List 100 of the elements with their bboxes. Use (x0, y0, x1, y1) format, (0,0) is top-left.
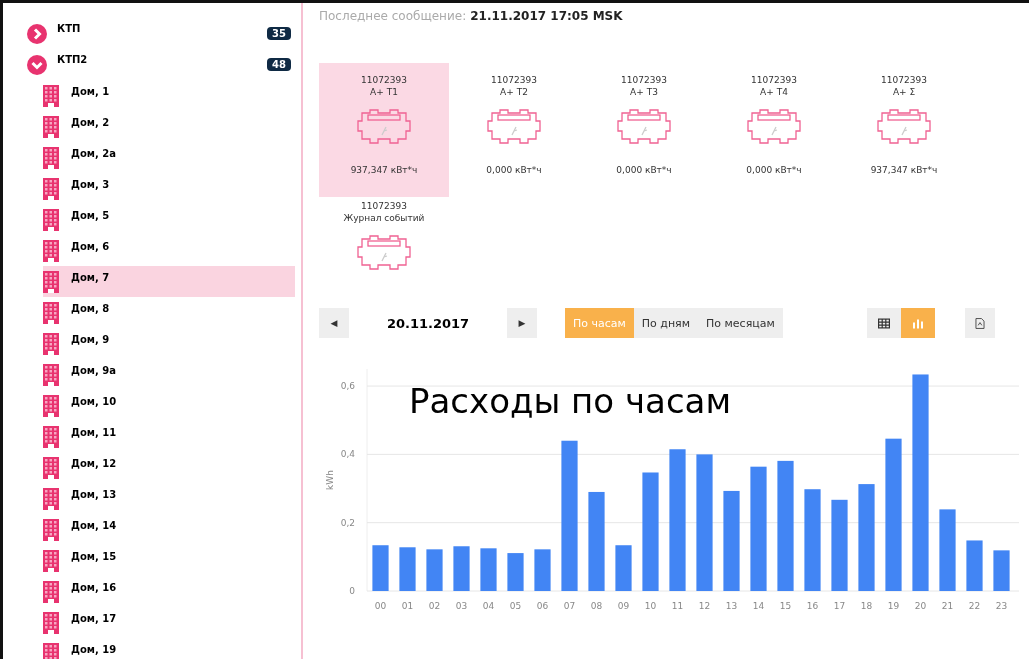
bar-chart-icon (911, 317, 924, 329)
building-icon (43, 363, 59, 386)
house-item[interactable]: Дом, 7 (43, 266, 295, 297)
x-tick-label: 08 (590, 601, 603, 611)
meter-reading: 0,000 кВт*ч (486, 165, 542, 175)
group-label: КТП2 (57, 54, 89, 65)
house-item[interactable]: Дом, 11 (43, 421, 295, 452)
x-tick-label: 05 (509, 601, 522, 611)
house-item[interactable]: Дом, 6 (43, 235, 295, 266)
meter-id: 11072393 (881, 75, 927, 85)
house-item[interactable]: Дом, 5 (43, 204, 295, 235)
house-item[interactable]: Дом, 12 (43, 452, 295, 483)
group-row[interactable]: КТП 35 (27, 18, 301, 49)
x-tick-label: 01 (401, 601, 414, 611)
house-item[interactable]: Дом, 10 (43, 390, 295, 421)
bar (615, 545, 632, 591)
x-tick-label: 21 (941, 601, 954, 611)
building-icon (43, 270, 59, 293)
bar (993, 550, 1010, 591)
house-item[interactable]: Дом, 1 (43, 80, 295, 111)
bar (507, 553, 524, 591)
building-icon (43, 239, 59, 262)
date-field[interactable]: 20.11.2017 (349, 308, 507, 338)
meter-tile[interactable]: 11072393 A+ T3 0,000 кВт*ч (579, 63, 709, 197)
chart-title: Расходы по часам (409, 381, 732, 421)
building-icon (43, 518, 59, 541)
group-row[interactable]: КТП2 48 (27, 49, 301, 80)
x-tick-label: 23 (995, 601, 1008, 611)
meter-label: Журнал событий (343, 213, 425, 223)
meter-tile[interactable]: 11072393 Журнал событий (319, 197, 449, 297)
y-tick-label: 0,2 (340, 517, 355, 528)
x-tick-label: 20 (914, 601, 927, 611)
x-tick-label: 02 (428, 601, 441, 611)
house-item[interactable]: Дом, 19 (43, 638, 295, 659)
last-message-label: Последнее сообщение: (319, 9, 467, 23)
building-icon (43, 84, 59, 107)
meter-reading: 937,347 кВт*ч (870, 165, 938, 175)
x-tick-label: 11 (671, 601, 684, 611)
x-tick-label: 07 (563, 601, 576, 611)
house-item[interactable]: Дом, 8 (43, 297, 295, 328)
x-tick-label: 00 (374, 601, 387, 611)
y-tick-label: 0,4 (340, 449, 355, 460)
meter-reading: 937,347 кВт*ч (350, 165, 418, 175)
building-icon (43, 549, 59, 572)
house-item[interactable]: Дом, 2а (43, 142, 295, 173)
x-tick-label: 09 (617, 601, 630, 611)
building-icon (43, 580, 59, 603)
house-item[interactable]: Дом, 16 (43, 576, 295, 607)
x-tick-label: 22 (968, 601, 981, 611)
meter-id: 11072393 (621, 75, 667, 85)
x-tick-label: 17 (833, 601, 846, 611)
meter-id: 11072393 (361, 75, 407, 85)
y-tick-label: 0,6 (340, 381, 355, 392)
building-icon (43, 208, 59, 231)
document-icon (973, 317, 986, 329)
building-icon (43, 425, 59, 448)
house-item[interactable]: Дом, 17 (43, 607, 295, 638)
count-badge: 48 (267, 58, 291, 71)
bar (426, 549, 443, 591)
meter-tile[interactable]: 11072393 A+ Σ 937,347 кВт*ч (839, 63, 969, 197)
table-view-button[interactable] (866, 308, 901, 338)
building-icon (43, 611, 59, 634)
x-tick-label: 10 (644, 601, 657, 611)
x-tick-label: 06 (536, 601, 549, 611)
bar (480, 548, 497, 591)
house-item[interactable]: Дом, 13 (43, 483, 295, 514)
export-button[interactable] (964, 308, 995, 338)
x-tick-label: 14 (752, 601, 765, 611)
house-item[interactable]: Дом, 9а (43, 359, 295, 390)
last-message-value: 21.11.2017 17:05 MSK (470, 9, 623, 23)
building-icon (43, 115, 59, 138)
x-tick-label: 18 (860, 601, 873, 611)
bar (534, 549, 551, 591)
x-tick-label: 16 (806, 601, 819, 611)
meter-id: 11072393 (361, 201, 407, 211)
meter-id: 11072393 (491, 75, 537, 85)
meter-label: A+ T4 (760, 87, 788, 97)
x-tick-label: 04 (482, 601, 495, 611)
house-item[interactable]: Дом, 2 (43, 111, 295, 142)
house-item[interactable]: Дом, 15 (43, 545, 295, 576)
x-tick-label: 15 (779, 601, 792, 611)
building-icon (43, 332, 59, 355)
meter-tile[interactable]: 11072393 A+ T4 0,000 кВт*ч (709, 63, 839, 197)
group-label: КТП (57, 23, 82, 34)
house-item[interactable]: Дом, 3 (43, 173, 295, 204)
house-item[interactable]: Дом, 14 (43, 514, 295, 545)
building-icon (43, 146, 59, 169)
bar (966, 540, 983, 591)
x-tick-label: 19 (887, 601, 900, 611)
meter-tile[interactable]: 11072393 A+ T1 937,347 кВт*ч (319, 63, 449, 197)
meter-label: A+ Σ (892, 87, 916, 97)
y-tick-label: 0 (349, 586, 355, 596)
meter-reading: 0,000 кВт*ч (616, 165, 672, 175)
meter-reading: 0,000 кВт*ч (746, 165, 802, 175)
building-icon (43, 487, 59, 510)
building-icon (43, 394, 59, 417)
building-icon (43, 642, 59, 659)
x-tick-label: 13 (725, 601, 738, 611)
meter-tile[interactable]: 11072393 A+ T2 0,000 кВт*ч (449, 63, 579, 197)
house-item[interactable]: Дом, 9 (43, 328, 295, 359)
